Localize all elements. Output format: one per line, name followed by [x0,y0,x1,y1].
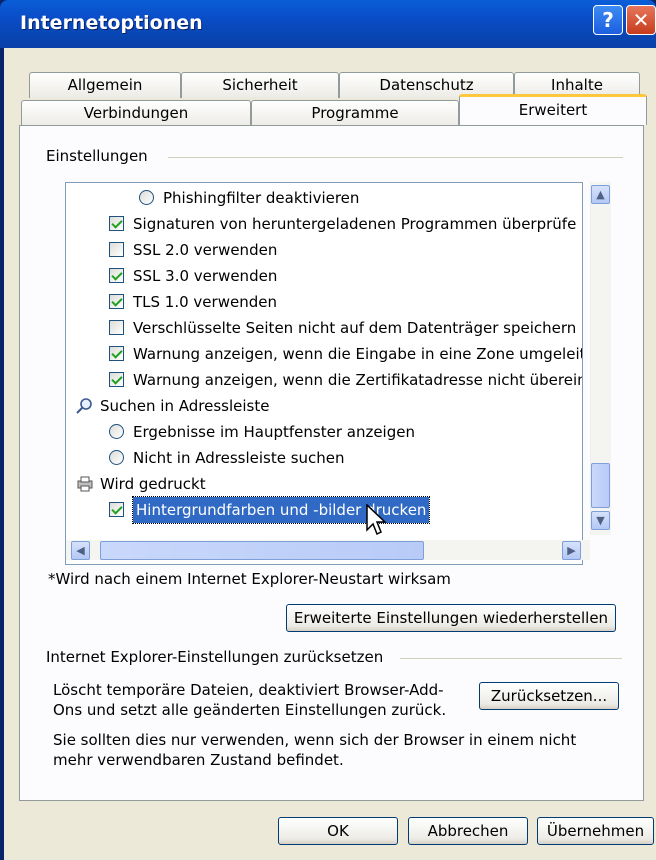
checkbox[interactable] [109,320,124,335]
checkbox[interactable] [109,346,124,361]
search-icon [76,398,92,414]
list-item-label: Wird gedruckt [100,475,206,493]
apply-button[interactable]: Übernehmen [537,817,654,845]
settings-list[interactable]: Phishingfilter deaktivieren Signaturen vo… [65,182,583,565]
window-title: Internetoptionen [20,12,203,34]
ok-button[interactable]: OK [278,817,398,845]
scroll-right-button[interactable]: ▶ [562,541,581,560]
title-bar[interactable]: Internetoptionen ? ✕ [0,0,656,48]
checkbox[interactable] [109,372,124,387]
scroll-down-button[interactable]: ▼ [591,511,610,530]
button-label: Übernehmen [546,822,645,840]
checkbox[interactable] [109,242,124,257]
tab-verbindungen[interactable]: Verbindungen [21,100,251,126]
reset-warning: Sie sollten dies nur verwenden, wenn sic… [53,731,577,769]
tab-label: Inhalte [551,76,603,94]
group-divider [400,658,622,659]
internet-options-dialog: Internetoptionen ? ✕ Allgemein Sicherhei… [0,0,656,860]
close-button[interactable]: ✕ [626,5,656,35]
list-item-label: Warnung anzeigen, wenn die Zertifikatadr… [133,371,582,389]
scroll-left-button[interactable]: ◀ [71,541,90,560]
group-divider [168,157,623,158]
radio-button[interactable] [139,190,154,205]
button-label: Zurücksetzen... [490,687,608,705]
tab-label: Allgemein [67,76,143,94]
list-item-label: Warnung anzeigen, wenn die Eingabe in ei… [133,345,582,363]
list-item-label: Suchen in Adressleiste [100,397,270,415]
list-item-label: SSL 2.0 verwenden [133,241,278,259]
list-item-label: Ergebnisse im Hauptfenster anzeigen [133,423,415,441]
tab-erweitert[interactable]: Erweitert [459,94,647,125]
cancel-button[interactable]: Abbrechen [408,817,528,845]
tab-label: Erweitert [518,101,588,119]
settings-group-label: Einstellungen [46,147,156,165]
tab-sicherheit[interactable]: Sicherheit [181,72,339,98]
tab-allgemein[interactable]: Allgemein [29,72,181,98]
checkbox[interactable] [109,502,124,517]
tab-programme[interactable]: Programme [251,100,459,126]
tab-label: Verbindungen [83,104,189,122]
help-button[interactable]: ? [593,5,623,35]
checkbox[interactable] [109,294,124,309]
list-item-label: SSL 3.0 verwenden [133,267,278,285]
tab-label: Datenschutz [379,76,474,94]
button-label: Abbrechen [427,822,509,840]
vertical-scrollbar[interactable]: ▲ ▼ [590,182,611,535]
printer-icon [77,476,93,492]
list-item-label: Phishingfilter deaktivieren [163,189,360,207]
button-label: OK [327,822,349,840]
radio-button[interactable] [109,450,124,465]
mouse-cursor-icon [366,504,387,536]
horizontal-scroll-thumb[interactable] [100,541,424,560]
scroll-up-button[interactable]: ▲ [591,185,610,204]
restart-note: *Wird nach einem Internet Explorer-Neust… [48,570,451,588]
list-item-label: Nicht in Adressleiste suchen [133,449,345,467]
reset-group-label: Internet Explorer-Einstellungen zurückse… [46,648,392,666]
checkbox[interactable] [109,216,124,231]
radio-button[interactable] [109,424,124,439]
scroll-thumb[interactable] [591,463,610,508]
reset-button[interactable]: Zurücksetzen... [479,682,619,710]
list-item-label: Signaturen von heruntergeladenen Program… [133,215,577,233]
tab-label: Sicherheit [222,76,298,94]
tab-label: Programme [311,104,399,122]
list-item-label: Verschlüsselte Seiten nicht auf dem Date… [133,319,577,337]
list-item-label: TLS 1.0 verwenden [133,293,277,311]
button-label: Erweiterte Einstellungen wiederherstelle… [293,609,609,627]
restore-advanced-settings-button[interactable]: Erweiterte Einstellungen wiederherstelle… [286,604,616,632]
reset-description: Löscht temporäre Dateien, deaktiviert Br… [53,681,447,719]
checkbox[interactable] [109,268,124,283]
horizontal-scrollbar[interactable]: ◀ ▶ [66,540,590,560]
